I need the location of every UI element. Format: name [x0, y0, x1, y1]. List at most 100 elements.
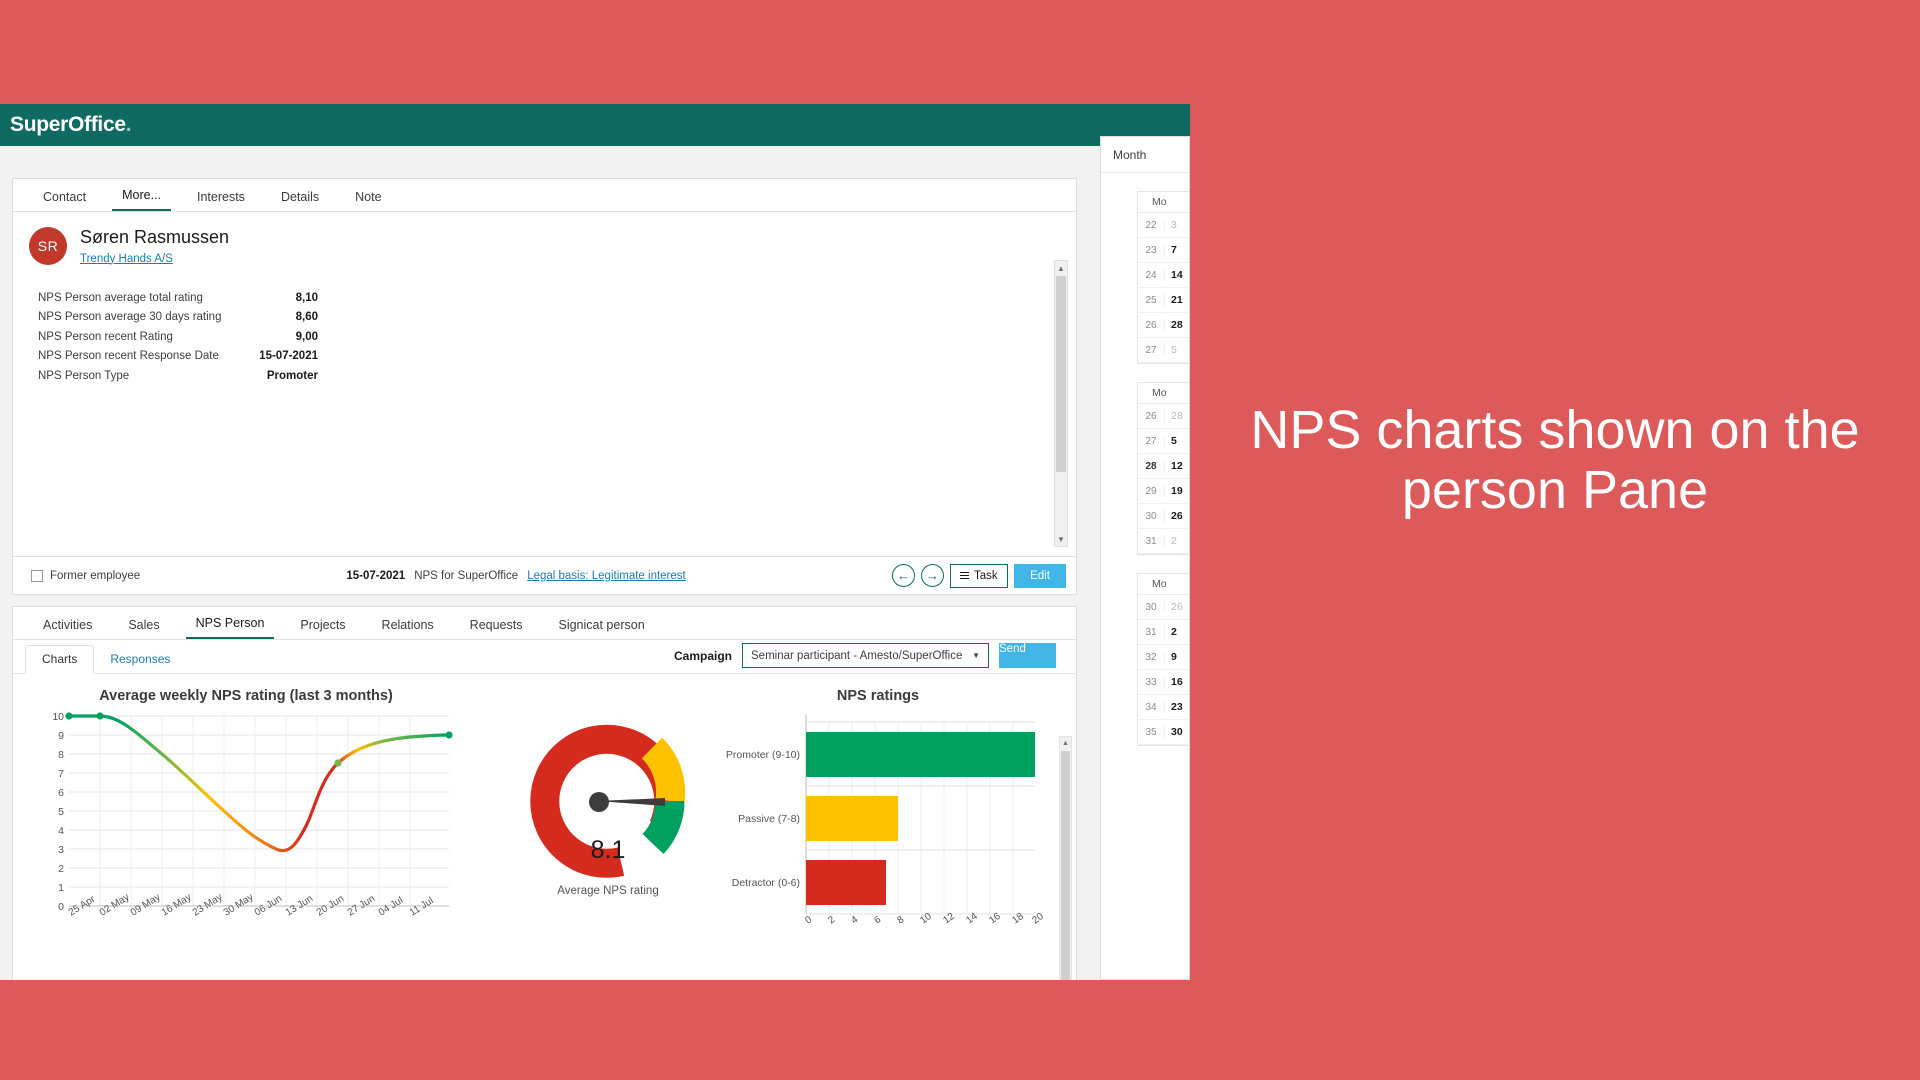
calendar-row[interactable]: 30 26	[1138, 595, 1189, 620]
calendar-row[interactable]: 31 2	[1138, 529, 1189, 554]
scrollbar-thumb[interactable]	[1056, 276, 1066, 472]
arrow-left-icon[interactable]: ←	[892, 564, 915, 587]
legal-basis-link[interactable]: Legal basis: Legitimate interest	[527, 570, 686, 582]
day-cell[interactable]: 7	[1164, 244, 1177, 256]
day-cell[interactable]: 23	[1164, 701, 1183, 713]
calendar-row[interactable]: 27 5	[1138, 429, 1189, 454]
field-row: NPS Person recent Response Date 15-07-20…	[38, 347, 1076, 367]
charts-area: Average weekly NPS rating (last 3 months…	[13, 674, 1076, 980]
tab-contact[interactable]: Contact	[33, 190, 96, 211]
chevron-down-icon: ▼	[972, 651, 980, 660]
day-cell[interactable]: 12	[1164, 460, 1183, 472]
calendar-row[interactable]: 33 16	[1138, 670, 1189, 695]
former-employee-row[interactable]: Former employee	[31, 569, 140, 582]
svg-text:11 Jul: 11 Jul	[408, 895, 436, 918]
month-header: Month	[1101, 137, 1189, 173]
scroll-down-icon[interactable]: ▼	[1055, 532, 1067, 546]
tab-requests[interactable]: Requests	[460, 618, 533, 639]
company-link[interactable]: Trendy Hands A/S	[80, 253, 173, 265]
calendar-row[interactable]: 27 5	[1138, 338, 1189, 363]
slide-caption: NPS charts shown on the person Pane	[1250, 400, 1860, 521]
calendar-row[interactable]: 32 9	[1138, 645, 1189, 670]
tab-more[interactable]: More...	[112, 188, 171, 211]
edit-button[interactable]: Edit	[1014, 563, 1066, 588]
day-cell[interactable]: 28	[1164, 319, 1183, 331]
svg-text:Promoter (9-10): Promoter (9-10)	[726, 749, 800, 761]
right-side-panel: Month Mo 22 3 23 7 24 14 25 21 26 28 27 5 Mo 2…	[1100, 136, 1190, 980]
calendar-row[interactable]: 30 26	[1138, 504, 1189, 529]
day-cell[interactable]: 9	[1164, 651, 1177, 663]
svg-text:6: 6	[872, 914, 883, 926]
send-button[interactable]: Send	[999, 643, 1056, 668]
week-number: 22	[1145, 219, 1157, 231]
day-cell[interactable]: 30	[1164, 726, 1183, 738]
bar-chart-y-labels: Promoter (9-10) Passive (7-8) Detractor …	[726, 749, 800, 889]
tab-details[interactable]: Details	[271, 190, 329, 211]
day-cell[interactable]: 14	[1164, 269, 1183, 281]
tab-sales[interactable]: Sales	[118, 618, 169, 639]
calendar-row[interactable]: 34 23	[1138, 695, 1189, 720]
week-number: 27	[1145, 435, 1157, 447]
brand-bar: SuperOffice.	[0, 104, 1190, 146]
day-cell[interactable]: 2	[1164, 535, 1177, 547]
nps-card-scrollbar[interactable]: ▲ ▼	[1059, 736, 1072, 980]
field-value: 8,10	[295, 291, 318, 304]
day-cell[interactable]: 5	[1164, 344, 1177, 356]
svg-text:23 May: 23 May	[191, 892, 225, 919]
day-cell[interactable]: 16	[1164, 676, 1183, 688]
calendar-row[interactable]: 26 28	[1138, 404, 1189, 429]
calendar-row[interactable]: 28 12	[1138, 454, 1189, 479]
week-number: 27	[1145, 344, 1157, 356]
tab-interests[interactable]: Interests	[187, 190, 255, 211]
campaign-select[interactable]: Seminar participant - Amesto/SuperOffice…	[742, 643, 989, 668]
week-number: 31	[1145, 626, 1157, 638]
week-number: 30	[1145, 601, 1157, 613]
footer-source: NPS for SuperOffice	[414, 569, 519, 582]
former-employee-checkbox[interactable]	[31, 569, 43, 582]
mini-calendar-weekday-header: Mo	[1138, 192, 1189, 213]
svg-text:2: 2	[826, 914, 837, 926]
tab-note[interactable]: Note	[345, 190, 391, 211]
tab-projects[interactable]: Projects	[290, 618, 355, 639]
calendar-row[interactable]: 22 3	[1138, 213, 1189, 238]
arrow-right-icon[interactable]: →	[921, 564, 944, 587]
subtab-responses[interactable]: Responses	[94, 646, 186, 673]
svg-text:Passive (7-8): Passive (7-8)	[738, 813, 800, 825]
scroll-up-icon[interactable]: ▲	[1060, 737, 1071, 750]
week-number: 32	[1145, 651, 1157, 663]
tab-nps-person[interactable]: NPS Person	[185, 616, 275, 639]
tab-signicat-person[interactable]: Signicat person	[548, 618, 654, 639]
mini-calendar: Mo 30 26 31 2 32 9 33 16 34 23 35 30	[1137, 573, 1189, 746]
contact-card-scrollbar[interactable]: ▲ ▼	[1054, 260, 1068, 547]
scrollbar-thumb[interactable]	[1061, 751, 1070, 980]
tab-activities[interactable]: Activities	[33, 618, 102, 639]
day-cell[interactable]: 21	[1164, 294, 1183, 306]
calendar-row[interactable]: 26 28	[1138, 313, 1189, 338]
calendar-row[interactable]: 25 21	[1138, 288, 1189, 313]
day-cell[interactable]: 26	[1164, 601, 1183, 613]
day-cell[interactable]: 28	[1164, 410, 1183, 422]
calendar-row[interactable]: 35 30	[1138, 720, 1189, 745]
day-cell[interactable]: 5	[1164, 435, 1177, 447]
svg-text:10: 10	[52, 711, 64, 723]
contact-tab-bar: Contact More... Interests Details Note	[13, 179, 1076, 212]
campaign-label: Campaign	[673, 648, 732, 663]
calendar-row[interactable]: 23 7	[1138, 238, 1189, 263]
subtab-charts[interactable]: Charts	[25, 645, 95, 674]
svg-text:9: 9	[58, 730, 64, 742]
contact-card: Contact More... Interests Details Note S…	[12, 178, 1077, 595]
tab-relations[interactable]: Relations	[372, 618, 444, 639]
nps-panel-card: Activities Sales NPS Person Projects Rel…	[12, 606, 1077, 980]
day-cell[interactable]: 2	[1164, 626, 1177, 638]
day-cell[interactable]: 26	[1164, 510, 1183, 522]
calendar-row[interactable]: 24 14	[1138, 263, 1189, 288]
svg-text:8: 8	[58, 749, 64, 761]
day-cell[interactable]: 3	[1164, 219, 1177, 231]
nps-tab-bar: Activities Sales NPS Person Projects Rel…	[13, 607, 1076, 640]
calendar-row[interactable]: 29 19	[1138, 479, 1189, 504]
task-button[interactable]: Task	[950, 563, 1008, 588]
calendar-row[interactable]: 31 2	[1138, 620, 1189, 645]
mini-calendar-weekday-header: Mo	[1138, 383, 1189, 404]
scroll-up-icon[interactable]: ▲	[1055, 261, 1067, 275]
day-cell[interactable]: 19	[1164, 485, 1183, 497]
